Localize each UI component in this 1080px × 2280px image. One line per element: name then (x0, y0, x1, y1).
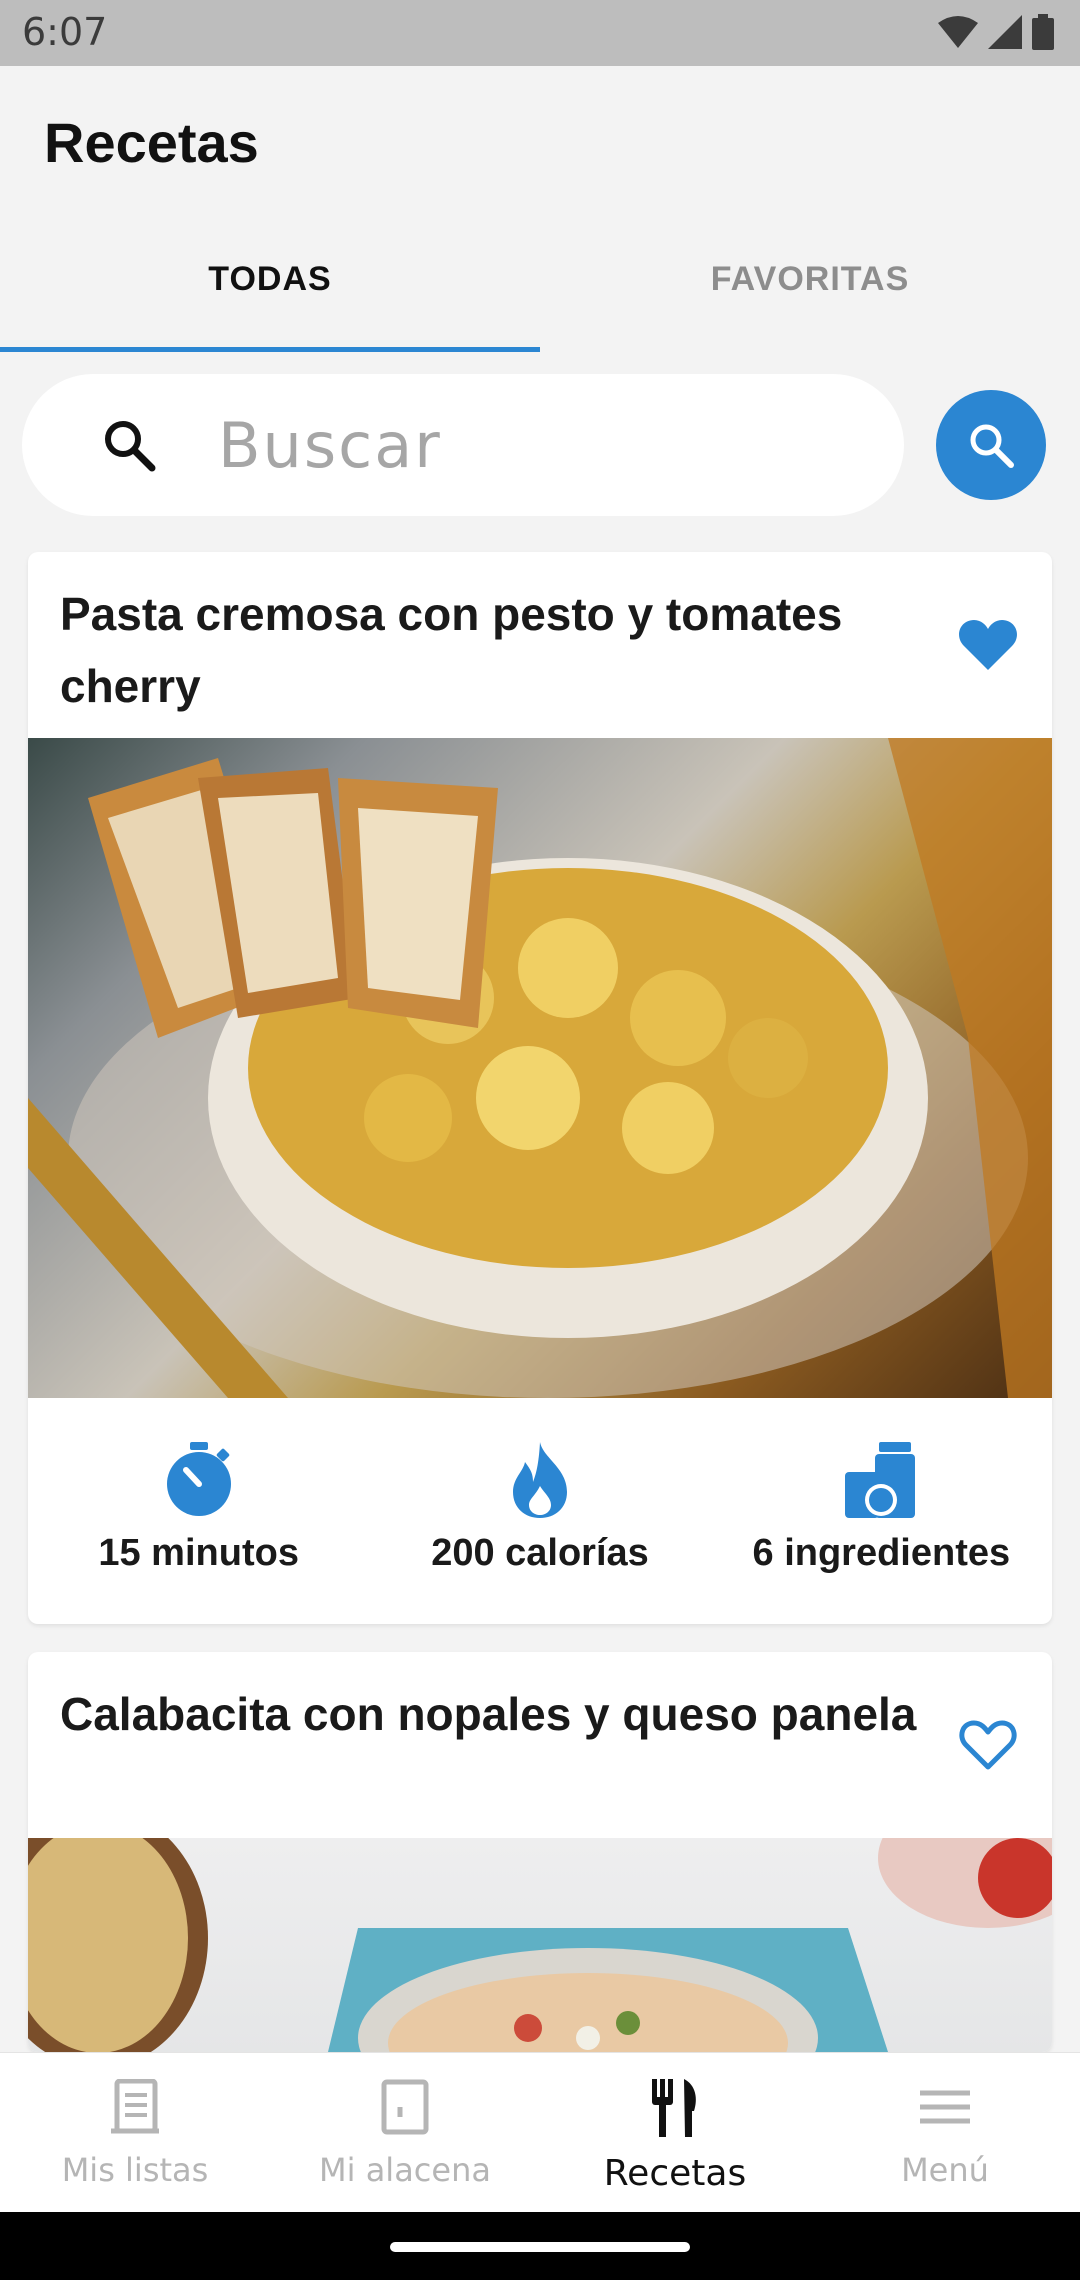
app-bar: Recetas (0, 66, 1080, 206)
nav-menu[interactable]: Menú (810, 2053, 1080, 2213)
recipe-photo (28, 1838, 1052, 2052)
fork-knife-icon (652, 2079, 696, 2137)
system-gesture-bar (0, 2212, 1080, 2280)
tab-favoritas[interactable]: FAVORITAS (540, 206, 1080, 352)
stat-ingredients-label: 6 ingredientes (752, 1532, 1011, 1574)
nav-mis-listas[interactable]: Mis listas (0, 2053, 270, 2213)
heart-filled-icon[interactable] (958, 618, 1018, 672)
nav-label: Recetas (603, 2153, 747, 2194)
pantry-icon (381, 2079, 429, 2135)
recipe-title: Calabacita con nopales y queso panela (60, 1688, 917, 1740)
recipe-image (28, 1838, 1052, 2052)
nav-recetas[interactable]: Recetas (540, 2053, 810, 2213)
tab-todas[interactable]: TODAS (0, 206, 540, 352)
heart-outline-icon[interactable] (958, 1718, 1018, 1772)
search-icon (970, 424, 1014, 468)
search-icon (105, 421, 156, 472)
recipe-photo (28, 738, 1052, 1398)
tab-bar: TODAS FAVORITAS (0, 206, 1080, 352)
nav-mi-alacena[interactable]: Mi alacena (270, 2053, 540, 2213)
recipe-card[interactable]: Calabacita con nopales y queso panela (28, 1652, 1052, 2052)
signal-icon (988, 15, 1022, 49)
menu-icon (920, 2090, 970, 2124)
recipe-image (28, 738, 1052, 1398)
search-button[interactable] (936, 390, 1046, 500)
nav-label: Mi alacena (319, 2151, 491, 2189)
recipe-card[interactable]: Pasta cremosa con pesto y tomates cherry (28, 552, 1052, 1624)
status-icons (938, 14, 1054, 50)
search-row (0, 372, 1080, 518)
home-handle[interactable] (390, 2242, 690, 2252)
nav-label: Menú (901, 2151, 989, 2189)
stat-ingredients: 6 ingredientes (711, 1398, 1052, 1624)
tab-indicator (0, 347, 540, 352)
stat-time: 15 minutos (28, 1398, 369, 1624)
page-title: Recetas (44, 111, 259, 174)
bottom-nav: Mis listas Mi alacena Recetas Menú (0, 2052, 1080, 2212)
search-box[interactable] (22, 374, 904, 516)
status-bar: 6:07 (0, 0, 1080, 66)
tab-label: TODAS (208, 259, 332, 298)
list-icon (111, 2079, 159, 2134)
tab-label: FAVORITAS (710, 259, 910, 298)
recipe-card-header: Pasta cremosa con pesto y tomates cherry (28, 552, 1052, 738)
status-time: 6:07 (22, 10, 108, 54)
nav-label: Mis listas (61, 2151, 209, 2189)
wifi-icon (938, 16, 978, 48)
recipe-stats: 15 minutos 200 calorías 6 ingredientes (28, 1398, 1052, 1624)
stat-calories-label: 200 calorías (431, 1532, 649, 1574)
recipe-card-header: Calabacita con nopales y queso panela (28, 1652, 1052, 1838)
search-input[interactable] (218, 402, 858, 488)
stat-time-label: 15 minutos (98, 1532, 299, 1574)
stat-calories: 200 calorías (369, 1398, 710, 1624)
stopwatch-icon (166, 1442, 231, 1516)
battery-icon (1032, 14, 1054, 50)
recipe-title: Pasta cremosa con pesto y tomates cherry (60, 588, 843, 712)
flame-icon (512, 1442, 567, 1518)
groceries-icon (845, 1442, 916, 1518)
